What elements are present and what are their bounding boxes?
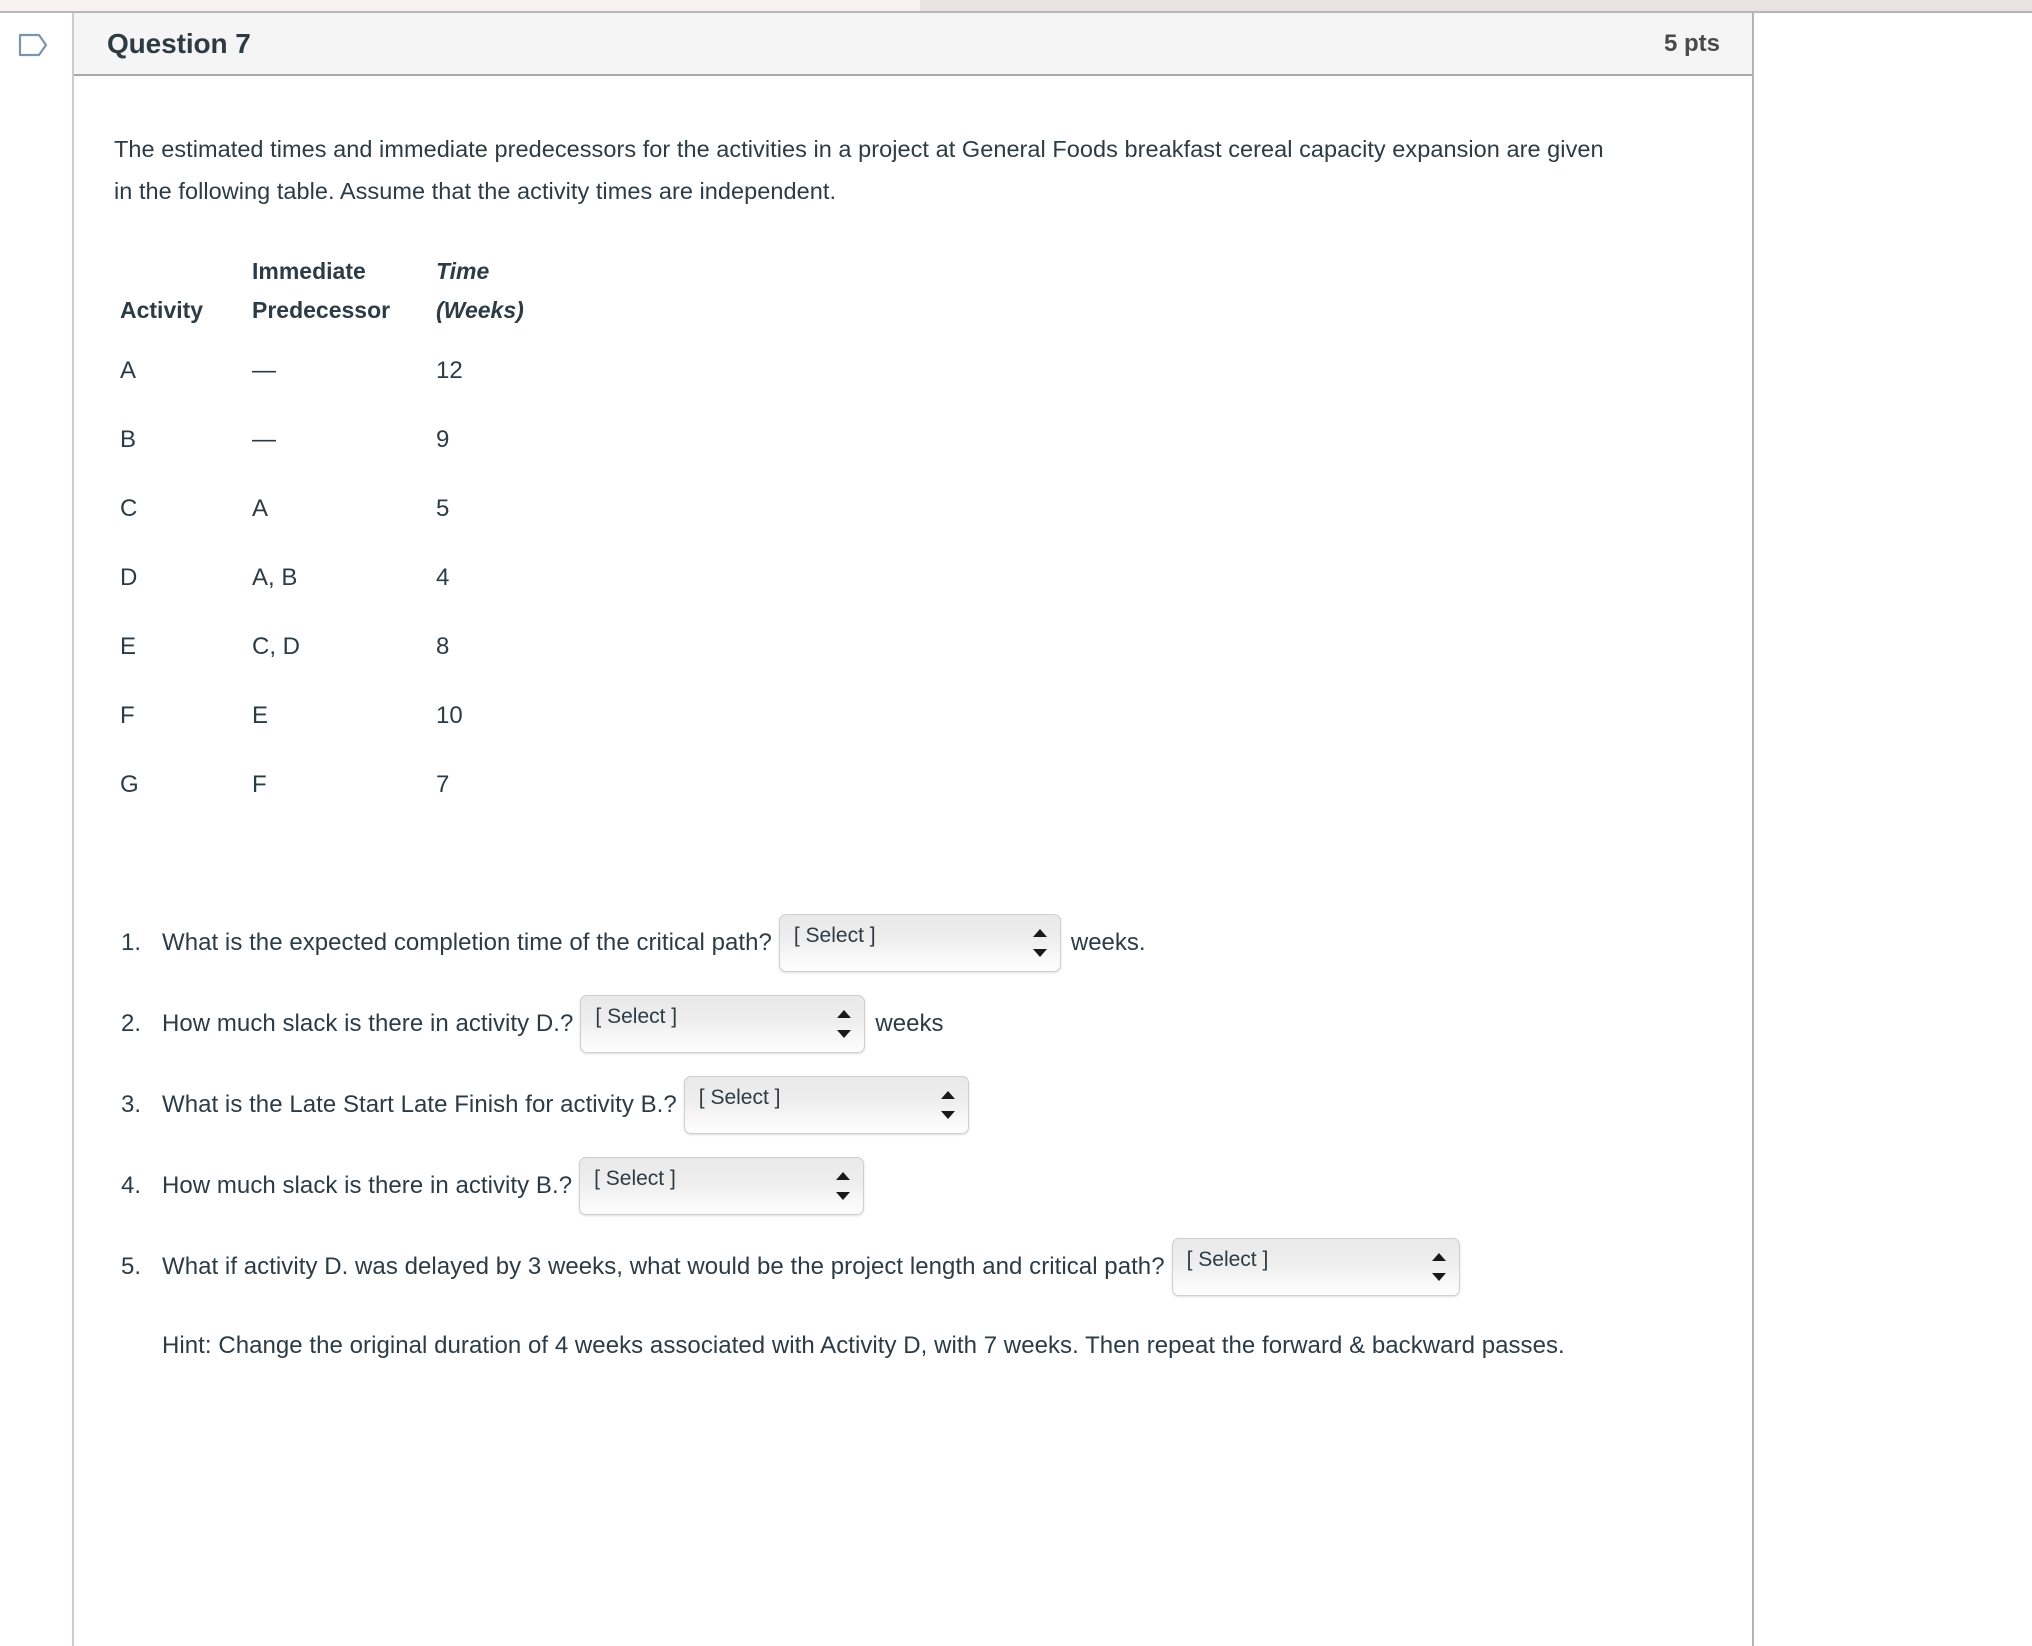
cell-activity: A xyxy=(120,356,137,384)
table-row: G F 7 xyxy=(114,750,546,819)
cell-activity: D xyxy=(120,563,138,591)
cell-time: 4 xyxy=(436,563,450,591)
table-header-row: Activity Immediate Predecessor Time (Wee… xyxy=(114,252,546,336)
column-header-predecessor-line2: Predecessor xyxy=(252,297,391,323)
cell-predecessor: — xyxy=(252,356,276,384)
question-prompt-text: The estimated times and immediate predec… xyxy=(114,136,1604,204)
sub-question-4-label: How much slack is there in activity B.? xyxy=(162,1172,573,1199)
activities-table: Activity Immediate Predecessor Time (Wee… xyxy=(114,252,546,819)
column-header-activity: Activity xyxy=(120,297,204,323)
cell-predecessor: F xyxy=(252,770,267,798)
select-value: [ Select ] xyxy=(793,924,876,947)
cell-activity: F xyxy=(120,701,135,729)
top-strip-left xyxy=(0,0,920,11)
table-row: D A, B 4 xyxy=(114,543,546,612)
select-value: [ Select ] xyxy=(594,1167,676,1190)
column-header-predecessor-line1: Immediate xyxy=(252,258,366,284)
cell-activity: G xyxy=(120,770,139,798)
question-header: Question 7 5 pts xyxy=(74,13,1752,76)
list-item: What is the Late Start Late Finish for a… xyxy=(114,1076,1712,1134)
cell-activity: E xyxy=(120,632,137,660)
cell-predecessor: A, B xyxy=(252,563,298,591)
list-item: What if activity D. was delayed by 3 wee… xyxy=(114,1238,1712,1296)
chevron-updown-icon xyxy=(837,1009,852,1039)
cell-predecessor: — xyxy=(252,425,276,453)
cell-activity: B xyxy=(120,425,137,453)
table-row: B — 9 xyxy=(114,405,546,474)
cell-time: 8 xyxy=(436,632,450,660)
cell-time: 9 xyxy=(436,425,450,453)
hint-text: Hint: Change the original duration of 4 … xyxy=(162,1332,1565,1359)
page-title: Question 7 xyxy=(107,27,251,59)
top-strip-right xyxy=(920,0,2032,11)
table-row: F E 10 xyxy=(114,681,546,750)
top-decorative-strip xyxy=(0,0,2032,11)
activities-table-body: A — 12 B — 9 C A 5 D A, B 4 E C, D 8 F E… xyxy=(114,336,546,819)
sub-question-2-suffix: weeks xyxy=(875,1010,944,1037)
select-slack-activity-b[interactable]: [ Select ] xyxy=(579,1157,865,1215)
cell-predecessor: C, D xyxy=(252,632,300,660)
select-late-start-late-finish-activity-b[interactable]: [ Select ] xyxy=(683,1076,969,1134)
cell-predecessor: A xyxy=(252,494,269,522)
column-header-time-line1: Time xyxy=(436,258,490,284)
table-row: A — 12 xyxy=(114,336,546,405)
cell-activity: C xyxy=(120,494,138,522)
sub-questions-list: What is the expected completion time of … xyxy=(114,914,1712,1296)
chevron-updown-icon xyxy=(836,1171,851,1201)
sub-question-1-label: What is the expected completion time of … xyxy=(162,929,772,956)
points-badge: 5 pts xyxy=(1663,29,1720,57)
sub-question-5-label: What if activity D. was delayed by 3 wee… xyxy=(162,1253,1165,1280)
sub-question-3-label: What is the Late Start Late Finish for a… xyxy=(162,1091,677,1118)
cell-time: 10 xyxy=(436,701,463,729)
select-slack-activity-d[interactable]: [ Select ] xyxy=(580,995,866,1053)
cell-predecessor: E xyxy=(252,701,269,729)
cell-time: 5 xyxy=(436,494,450,522)
bookmark-flag-icon[interactable] xyxy=(16,28,50,62)
column-header-immediate-predecessor: Immediate Predecessor xyxy=(252,252,424,336)
sub-question-1-suffix: weeks. xyxy=(1070,929,1146,956)
activities-table-head: Activity Immediate Predecessor Time (Wee… xyxy=(114,252,546,336)
question-card: Question 7 5 pts The estimated times and… xyxy=(72,13,1754,1646)
chevron-updown-icon xyxy=(940,1090,955,1120)
select-value: [ Select ] xyxy=(698,1086,781,1109)
select-delayed-project-length-critical-path[interactable]: [ Select ] xyxy=(1171,1238,1460,1296)
column-header-time-line2: (Weeks) xyxy=(436,297,524,323)
select-value: [ Select ] xyxy=(1186,1248,1269,1271)
cell-time: 12 xyxy=(436,356,463,384)
cell-time: 7 xyxy=(436,770,450,798)
list-item: What is the expected completion time of … xyxy=(114,914,1712,972)
chevron-updown-icon xyxy=(1032,928,1047,958)
column-header-time-weeks: Time (Weeks) xyxy=(424,252,546,336)
table-row: C A 5 xyxy=(114,474,546,543)
sub-question-2-label: How much slack is there in activity D.? xyxy=(162,1010,574,1037)
question-body: The estimated times and immediate predec… xyxy=(74,76,1752,1368)
select-expected-completion-time[interactable]: [ Select ] xyxy=(778,914,1061,972)
chevron-updown-icon xyxy=(1431,1252,1446,1282)
table-row: E C, D 8 xyxy=(114,612,546,681)
select-value: [ Select ] xyxy=(595,1005,678,1028)
list-item: How much slack is there in activity D.? … xyxy=(114,995,1712,1053)
list-item: How much slack is there in activity B.? … xyxy=(114,1157,1712,1215)
